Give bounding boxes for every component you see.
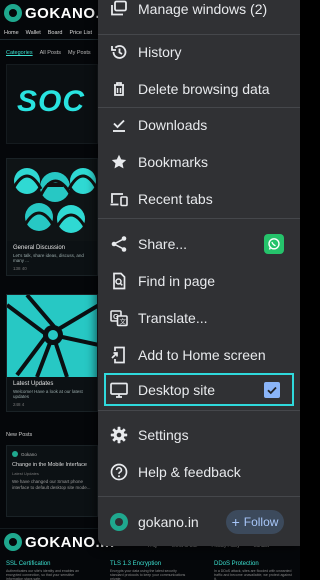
menu-item-label: Recent tabs [138, 191, 213, 207]
desktop-site-checkbox[interactable] [264, 382, 280, 398]
post-card[interactable]: Gokano Change in the Mobile Interface La… [6, 445, 98, 517]
menu-item-recent-tabs[interactable]: Recent tabs [98, 182, 300, 216]
tab-my-posts[interactable]: My Posts [68, 50, 91, 56]
menu-item-history[interactable]: History [98, 35, 300, 69]
menu-item-label: History [138, 44, 182, 60]
post-author: Gokano [12, 451, 92, 457]
menu-item-label: Bookmarks [138, 154, 209, 170]
find-in-page-icon [110, 272, 128, 290]
site-follow-row: gokano.in + Follow [98, 507, 300, 537]
footer-col-tls: TLS 1.3 Encryption Encrypts your data us… [110, 561, 190, 580]
share-icon [110, 235, 128, 253]
card-meta: 248 4 [13, 402, 25, 407]
gear-icon [110, 426, 128, 444]
menu-item-label: Delete browsing data [138, 81, 270, 97]
card-image [7, 159, 97, 241]
devices-icon [110, 190, 128, 208]
windows-icon [110, 0, 128, 18]
category-card-updates[interactable]: Latest Updates Welcome! Have a look at o… [6, 294, 98, 412]
card-meta: 138 40 [13, 266, 27, 271]
menu-item-downloads[interactable]: Downloads [98, 108, 300, 142]
gokano-logo-icon [4, 4, 22, 22]
monitor-icon [110, 381, 128, 399]
footer-col-text: Encrypts your data using the latest secu… [110, 569, 186, 580]
nav-wallet[interactable]: Wallet [26, 30, 41, 36]
translate-icon: G文 [110, 309, 128, 327]
history-icon [110, 43, 128, 61]
menu-item-label: Manage windows (2) [138, 1, 268, 17]
author-avatar [12, 451, 18, 457]
menu-divider [98, 218, 300, 219]
download-check-icon [110, 116, 128, 134]
new-posts-heading: New Posts [6, 432, 33, 438]
post-category: Latest Updates [12, 471, 39, 476]
menu-item-delete-browsing-data[interactable]: Delete browsing data [98, 72, 300, 106]
add-to-home-icon [110, 346, 128, 364]
footer-col-ssl: SSL Certification Authenticates our site… [6, 561, 86, 580]
footer-col-title: DDoS Protection [214, 561, 259, 567]
menu-item-settings[interactable]: Settings [98, 418, 300, 452]
footer-col-text: In a DDoS attack, sites are flooded with… [214, 569, 292, 580]
tab-all-posts[interactable]: All Posts [40, 50, 61, 56]
card-image [7, 295, 97, 377]
footer-columns: SSL Certification Authenticates our site… [0, 561, 300, 580]
site-favicon-icon [110, 513, 128, 531]
trash-icon [110, 80, 128, 98]
hero-banner: SOC [6, 64, 98, 144]
post-excerpt: We have changed our Smart phone interfac… [12, 479, 91, 491]
menu-divider [98, 410, 300, 411]
menu-item-desktop-site[interactable]: Desktop site [98, 373, 300, 407]
footer-col-title: SSL Certification [6, 561, 51, 567]
gokano-logo-icon [4, 533, 22, 551]
follow-button[interactable]: + Follow [226, 510, 284, 534]
footer-col-text: Authenticates our site's identity and en… [6, 569, 80, 580]
card-title: Latest Updates [13, 381, 54, 387]
card-description: Let's talk, share ideas, discuss, and ma… [13, 253, 84, 263]
menu-item-label: Add to Home screen [138, 347, 266, 363]
footer-col-title: TLS 1.3 Encryption [110, 561, 162, 567]
menu-item-add-to-home-screen[interactable]: Add to Home screen [98, 338, 300, 372]
nav-home[interactable]: Home [4, 30, 19, 36]
menu-item-label: Settings [138, 427, 189, 443]
menu-item-label: Desktop site [138, 382, 216, 398]
star-icon [110, 153, 128, 171]
menu-item-translate[interactable]: G文 Translate... [98, 301, 300, 335]
menu-item-manage-windows[interactable]: Manage windows (2) [98, 0, 300, 26]
menu-item-label: Help & feedback [138, 464, 241, 480]
category-card-general[interactable]: General Discussion Let's talk, share ide… [6, 158, 98, 276]
follow-label: Follow [243, 515, 279, 529]
menu-item-bookmarks[interactable]: Bookmarks [98, 145, 300, 179]
browser-overflow-menu: Manage windows (2) History Delete browsi… [98, 0, 300, 546]
whatsapp-icon[interactable] [264, 234, 284, 254]
hero-text: SOC [17, 85, 86, 118]
menu-item-help-feedback[interactable]: Help & feedback [98, 455, 300, 489]
menu-divider [98, 496, 300, 497]
menu-item-label: Downloads [138, 117, 208, 133]
tab-categories[interactable]: Categories [6, 50, 33, 56]
nav-board[interactable]: Board [48, 30, 63, 36]
help-icon [110, 463, 128, 481]
menu-item-label: Find in page [138, 273, 216, 289]
post-title: Change in the Mobile Interface [12, 462, 87, 468]
post-author-name: Gokano [21, 451, 37, 457]
menu-item-find-in-page[interactable]: Find in page [98, 264, 300, 298]
plus-icon: + [231, 514, 240, 530]
menu-item-share[interactable]: Share... [98, 227, 300, 261]
card-description: Welcome! Have a look at our latest updat… [13, 389, 83, 399]
menu-item-label: Translate... [138, 310, 208, 326]
nav-price-list[interactable]: Price List [69, 30, 92, 36]
menu-item-label: Share... [138, 236, 188, 252]
footer-col-ddos: DDoS Protection In a DDoS attack, sites … [214, 561, 294, 580]
svg-text:文: 文 [120, 317, 127, 326]
card-title: General Discussion [13, 245, 66, 251]
site-name: gokano.in [138, 514, 199, 530]
